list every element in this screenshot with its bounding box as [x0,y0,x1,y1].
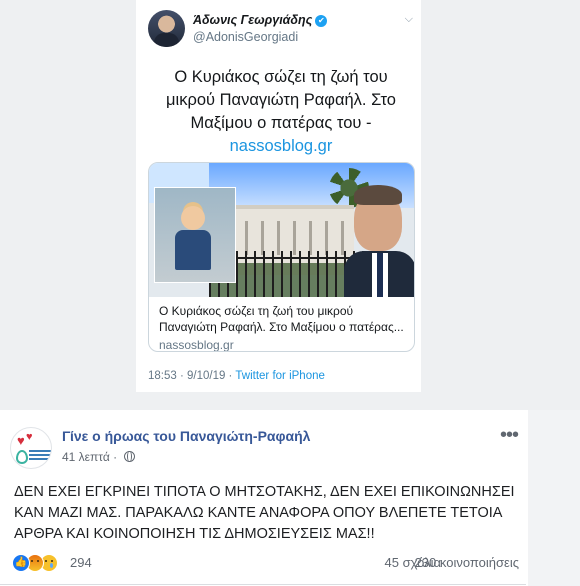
link-preview-domain: nassosblog.gr [159,338,234,352]
link-preview-card[interactable]: Ο Κυριάκος σώζει τη ζωή του μικρού Παναγ… [148,162,415,352]
heart-icon: ♥ [26,431,33,443]
image-child-photo-inset [154,187,236,283]
page-name[interactable]: Γίνε ο ήρωας του Παναγιώτη-Ραφαήλ [62,428,310,444]
right-margin [528,410,580,586]
link-preview-title[interactable]: Ο Κυριάκος σώζει τη ζωή του μικρού Παναγ… [159,303,409,335]
tweet-source[interactable]: Twitter for iPhone [235,370,324,382]
tweet-text: Ο Κυριάκος σώζει τη ζωή του μικρού Παναγ… [161,66,401,158]
image-portrait [344,171,414,297]
heart-icon: ♥ [17,433,25,448]
shares-count[interactable]: 230 κοινοποιήσεις [415,555,519,570]
author-handle[interactable]: @AdonisGeorgiadi [193,30,298,44]
drop-icon [16,450,28,464]
post-body: ΔΕΝ ΕΧΕΙ ΕΓΚΡΙΝΕΙ ΤΙΠΟΤΑ Ο ΜΗΤΣΟΤΑΚΗΣ, Δ… [14,484,515,542]
tweet-timestamp[interactable]: 18:53 · 9/10/19 · [148,370,235,382]
post-time: 41 λεπτά · [62,450,136,464]
post-time-text[interactable]: 41 λεπτά · [62,450,120,464]
author-avatar[interactable] [148,10,185,47]
chevron-down-icon[interactable]: ⌵ [405,13,413,26]
more-options-icon[interactable]: ••• [500,424,519,447]
facebook-post: ♥ ♥ Γίνε ο ήρωας του Παναγιώτη-Ραφαήλ 41… [0,410,580,586]
divider [0,584,526,585]
like-reaction-icon: 👍 [12,554,30,572]
verified-badge-icon: ✔ [315,15,328,27]
reaction-count[interactable]: 294 [70,555,92,570]
tweet-screenshot-area: Άδωνις Γεωργιάδης ✔ @AdonisGeorgiadi ⌵ Ο … [0,0,580,410]
author-name[interactable]: Άδωνις Γεωργιάδης ✔ [193,13,328,27]
link-preview-image[interactable] [149,163,414,297]
globe-icon [124,450,136,462]
tweet-meta: 18:53 · 9/10/19 · Twitter for iPhone [148,370,325,382]
page-logo-avatar[interactable]: ♥ ♥ [10,427,52,469]
tweet-link[interactable]: nassosblog.gr [230,137,333,155]
tweet-text-body: Ο Κυριάκος σώζει τη ζωή του μικρού Παναγ… [166,68,396,132]
author-name-text[interactable]: Άδωνις Γεωργιάδης [193,13,312,27]
tweet-card: Άδωνις Γεωργιάδης ✔ @AdonisGeorgiadi ⌵ Ο … [136,0,421,392]
link-preview-text: Ο Κυριάκος σώζει τη ζωή του μικρού Παναγ… [159,303,409,352]
